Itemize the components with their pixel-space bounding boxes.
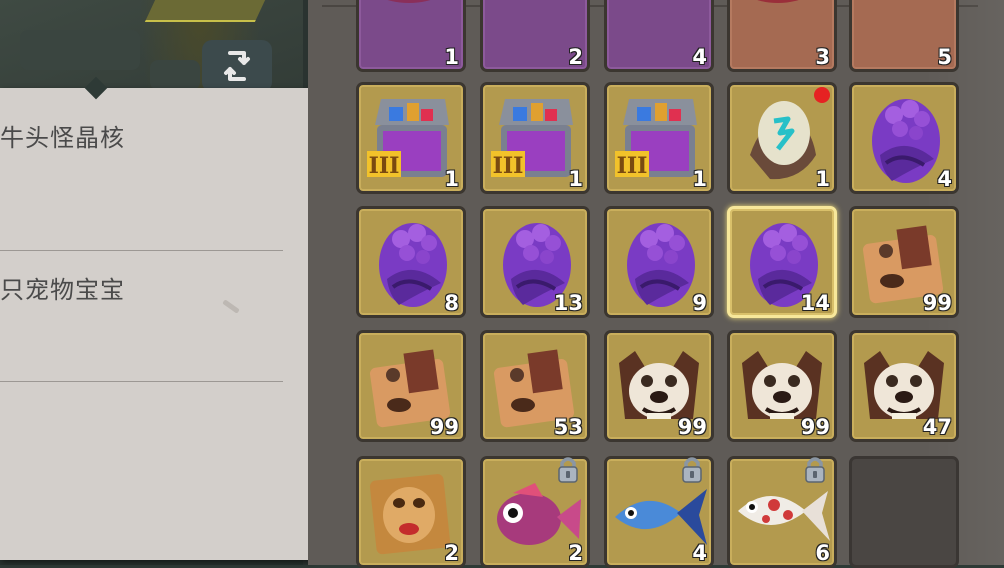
item-count: 1 [815, 167, 830, 191]
item-count: 1 [444, 167, 459, 191]
inventory-slot[interactable]: 6 [727, 456, 837, 568]
item-count: 2 [568, 45, 583, 69]
scene-rock [20, 30, 140, 70]
inventory-slot[interactable]: 9 [604, 206, 714, 318]
item-count: 99 [922, 291, 952, 315]
inventory-slot[interactable]: 14 [727, 206, 837, 318]
svg-text:III: III [617, 153, 648, 179]
item-count: 47 [922, 415, 952, 439]
item-count: 14 [800, 291, 830, 315]
tooltip-line-2: 只宠物宝宝 [0, 276, 125, 304]
inventory-slot[interactable]: 5 [849, 0, 959, 72]
item-count: 53 [553, 415, 583, 439]
item-count: 2 [444, 541, 459, 565]
lock-icon [805, 457, 825, 483]
inventory-panel[interactable]: 1 2 4 3 5 III 1 III 1 III 1 1 4 8 13 9 14 99 99 53 99 99 47 2 2 4… [308, 0, 1004, 568]
swap-button[interactable] [202, 40, 272, 92]
scene-crystal-shard [144, 0, 266, 22]
item-count: 13 [553, 291, 583, 315]
item-count: 1 [692, 167, 707, 191]
svg-text:III: III [493, 153, 524, 179]
item-count: 99 [677, 415, 707, 439]
inventory-slot[interactable]: 1 [356, 0, 466, 72]
item-count: 5 [937, 45, 952, 69]
item-count: 4 [937, 167, 952, 191]
inventory-slot[interactable]: 1 [727, 82, 837, 194]
item-count: 4 [692, 541, 707, 565]
item-tooltip-panel: 牛头怪晶核 只宠物宝宝 [0, 76, 316, 560]
item-count: 1 [444, 45, 459, 69]
item-count: 99 [429, 415, 459, 439]
item-count: 9 [692, 291, 707, 315]
inventory-slot[interactable]: 99 [604, 330, 714, 442]
new-item-badge [814, 87, 830, 103]
item-count: 8 [444, 291, 459, 315]
inventory-slot[interactable]: 4 [604, 0, 714, 72]
inventory-slot[interactable]: 99 [849, 206, 959, 318]
scene-rock [150, 60, 200, 90]
inventory-slot[interactable]: 53 [480, 330, 590, 442]
inventory-slot[interactable]: 4 [604, 456, 714, 568]
svg-text:III: III [369, 153, 400, 179]
lock-icon [682, 457, 702, 483]
swap-arrows-icon [224, 51, 250, 81]
inventory-slot[interactable]: 8 [356, 206, 466, 318]
item-count: 4 [692, 45, 707, 69]
tooltip-line-1: 牛头怪晶核 [0, 124, 125, 152]
inventory-slot[interactable]: III 1 [604, 82, 714, 194]
inventory-slot[interactable]: III 1 [480, 82, 590, 194]
tooltip-separator [0, 250, 283, 251]
inventory-slot[interactable]: 2 [356, 456, 466, 568]
inventory-slot[interactable]: 13 [480, 206, 590, 318]
item-count: 6 [815, 541, 830, 565]
tooltip-separator [0, 381, 283, 382]
inventory-slot-empty[interactable] [849, 456, 959, 568]
inventory-slot[interactable]: 99 [356, 330, 466, 442]
item-count: 3 [815, 45, 830, 69]
tooltip-scratch [222, 299, 240, 314]
item-count: 2 [568, 541, 583, 565]
inventory-slot[interactable]: 2 [480, 0, 590, 72]
item-count: 99 [800, 415, 830, 439]
inventory-slot[interactable]: III 1 [356, 82, 466, 194]
inventory-slot[interactable]: 99 [727, 330, 837, 442]
lock-icon [558, 457, 578, 483]
inventory-slot[interactable]: 4 [849, 82, 959, 194]
inventory-slot[interactable]: 47 [849, 330, 959, 442]
inventory-slot[interactable]: 2 [480, 456, 590, 568]
inventory-slot[interactable]: 3 [727, 0, 837, 72]
item-count: 1 [568, 167, 583, 191]
